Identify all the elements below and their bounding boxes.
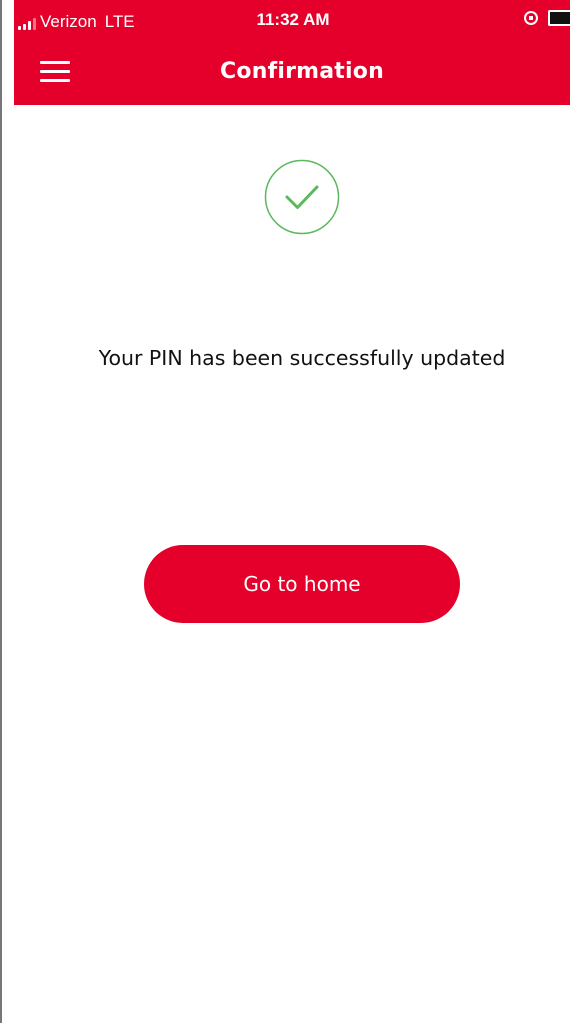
status-time: 11:32 AM: [256, 10, 330, 29]
go-to-home-button[interactable]: Go to home: [144, 545, 460, 623]
check-circle-icon: [264, 159, 340, 235]
header-area: Verizon LTE 11:32 AM Confirmation: [14, 0, 570, 105]
orientation-lock-icon: [524, 11, 538, 25]
status-right: [524, 10, 570, 26]
battery-icon: [548, 10, 570, 26]
status-bar: Verizon LTE 11:32 AM: [14, 0, 570, 40]
confirmation-message: Your PIN has been successfully updated: [98, 346, 506, 370]
app-screen: Verizon LTE 11:32 AM Confirmation Your P…: [0, 0, 570, 1023]
page-title: Confirmation: [220, 59, 384, 84]
navigation-bar: Confirmation: [14, 40, 570, 105]
